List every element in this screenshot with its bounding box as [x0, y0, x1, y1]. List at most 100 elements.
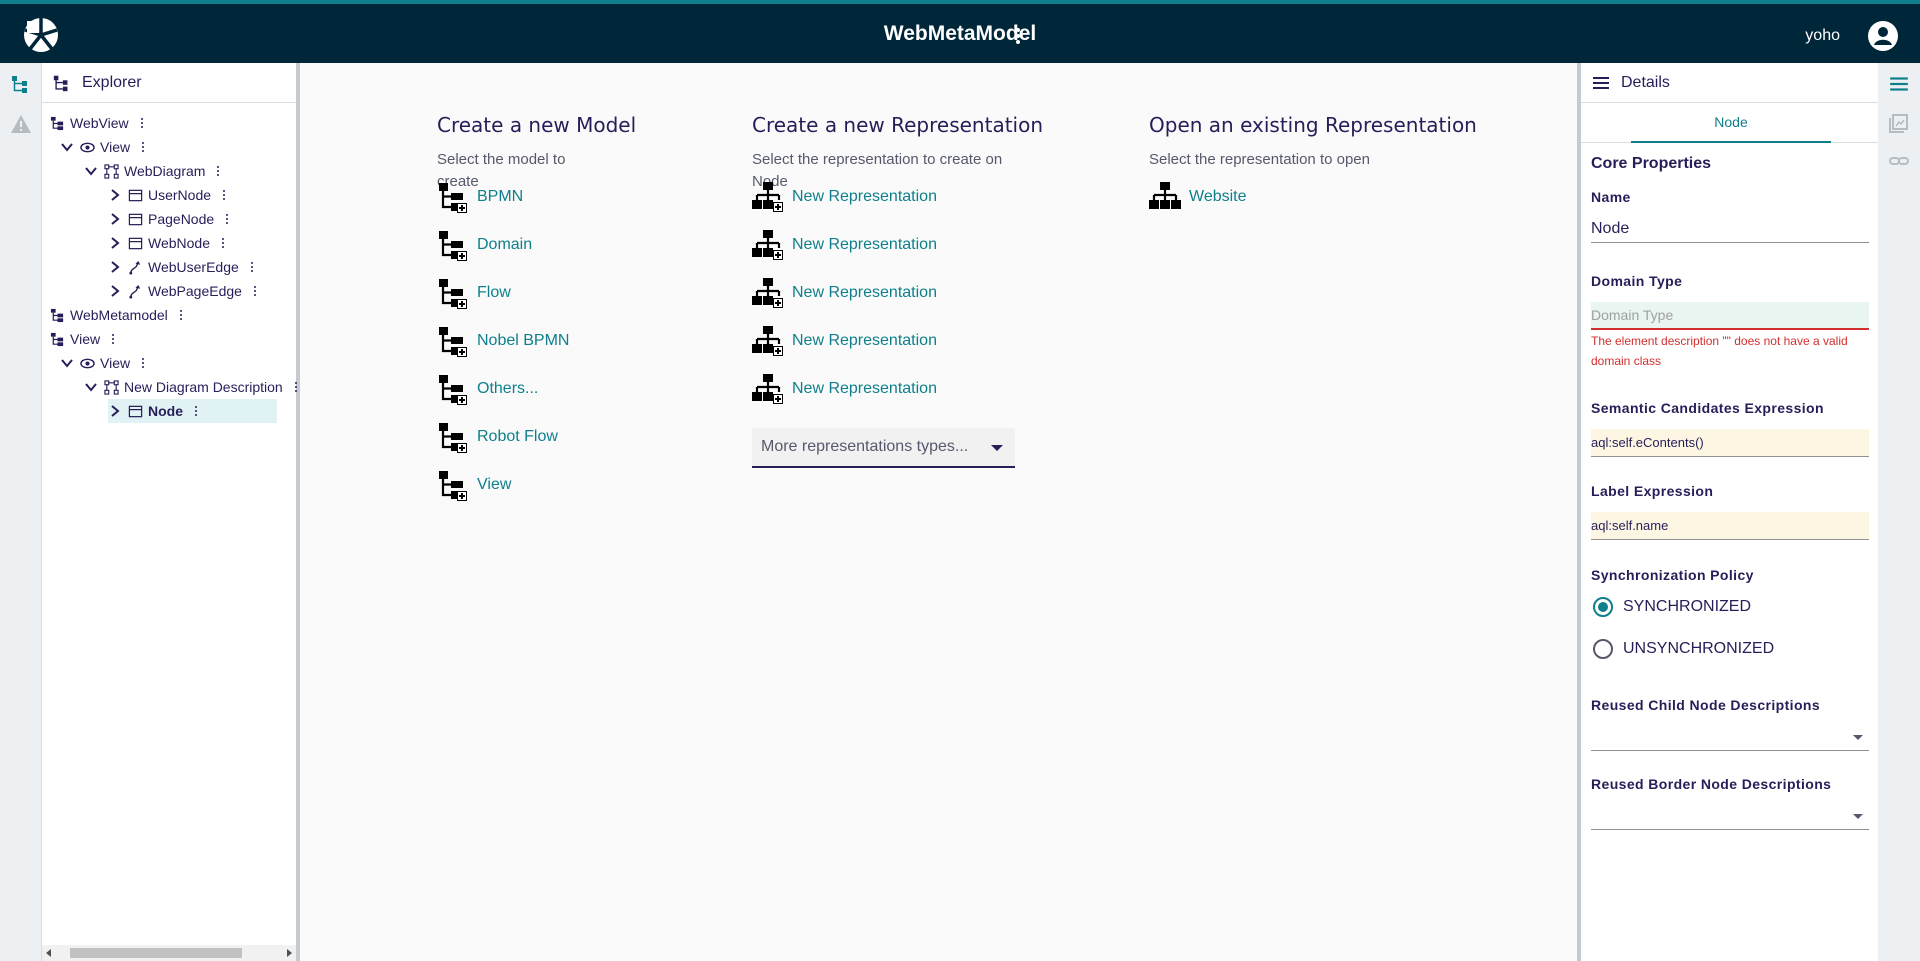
name-label: Name	[1591, 189, 1631, 205]
create-model-link-label[interactable]: View	[477, 476, 511, 494]
create-model-link-label[interactable]: Domain	[477, 236, 532, 254]
semantic-candidates-field[interactable]: aql:self.eContents()	[1591, 429, 1869, 457]
create-model-link-label[interactable]: Nobel BPMN	[477, 332, 569, 350]
create-representation-link-label[interactable]: New Representation	[792, 380, 937, 398]
more-icon[interactable]	[250, 262, 255, 272]
chevron-right-icon[interactable]	[108, 188, 122, 202]
radio-synchronized[interactable]: SYNCHRONIZED	[1593, 597, 1751, 617]
tree-item[interactable]: WebPageEdge	[108, 279, 258, 303]
open-representation-title: Open an existing Representation	[1149, 113, 1477, 137]
tree-item-label: View	[100, 355, 131, 371]
chevron-down-icon[interactable]	[84, 380, 98, 394]
chevron-down-icon[interactable]	[60, 356, 74, 370]
chevron-down-icon[interactable]	[84, 164, 98, 178]
new-model-icon	[437, 325, 469, 357]
chevron-right-icon[interactable]	[108, 236, 122, 250]
tree-item-label: WebMetamodel	[70, 307, 168, 323]
project-more-icon[interactable]	[1010, 25, 1026, 47]
tree-item[interactable]: View	[60, 135, 146, 159]
tree-item[interactable]: WebUserEdge	[108, 255, 255, 279]
tree-item[interactable]: View	[50, 327, 116, 351]
create-model-link-label[interactable]: BPMN	[477, 188, 523, 206]
tree-item[interactable]: WebView	[50, 111, 145, 135]
more-icon[interactable]	[223, 190, 227, 200]
tab-node[interactable]: Node	[1631, 103, 1831, 143]
scroll-right-arrow-icon[interactable]	[287, 949, 292, 957]
tree-item-label: View	[70, 331, 101, 347]
dropdown-caret-icon	[1853, 735, 1863, 740]
reused-border-select[interactable]	[1591, 800, 1869, 830]
create-representation-link[interactable]: New Representation	[752, 181, 937, 213]
tree-item[interactable]: PageNode	[108, 207, 230, 231]
create-model-link[interactable]: Nobel BPMN	[437, 325, 569, 357]
tree-item[interactable]: Node	[108, 399, 277, 423]
radio-unsynchronized[interactable]: UNSYNCHRONIZED	[1593, 639, 1774, 659]
create-model-title: Create a new Model	[437, 113, 637, 137]
tree-item[interactable]: UserNode	[108, 183, 227, 207]
create-representation-link-label[interactable]: New Representation	[792, 188, 937, 206]
scrollbar-thumb[interactable]	[70, 948, 242, 958]
tree-item[interactable]: WebDiagram	[84, 159, 221, 183]
create-model-link-label[interactable]: Robot Flow	[477, 428, 558, 446]
sirius-logo-icon[interactable]	[22, 16, 60, 54]
more-icon[interactable]	[217, 166, 221, 176]
create-representation-link[interactable]: New Representation	[752, 229, 937, 261]
create-model-link[interactable]: BPMN	[437, 181, 523, 213]
more-icon[interactable]	[142, 142, 146, 152]
eye-icon	[80, 140, 95, 155]
more-icon[interactable]	[195, 406, 199, 416]
scroll-left-arrow-icon[interactable]	[46, 949, 51, 957]
details-title: Details	[1621, 73, 1670, 91]
create-model-link-label[interactable]: Flow	[477, 284, 511, 302]
create-representation-link[interactable]: New Representation	[752, 277, 937, 309]
explorer-horizontal-scrollbar[interactable]	[42, 945, 296, 961]
name-field[interactable]: Node	[1591, 215, 1869, 243]
reused-child-select[interactable]	[1591, 721, 1869, 751]
tree-item[interactable]: WebMetamodel	[50, 303, 184, 327]
open-representation-link-label[interactable]: Website	[1189, 188, 1247, 206]
more-icon[interactable]	[179, 310, 184, 320]
tree-item[interactable]: New Diagram Description	[84, 375, 299, 399]
domain-type-error: The element description "" does not have…	[1591, 334, 1848, 368]
chevron-down-icon[interactable]	[60, 140, 74, 154]
chevron-right-icon[interactable]	[108, 212, 122, 226]
create-model-link[interactable]: Others...	[437, 373, 538, 405]
representations-icon[interactable]	[1888, 112, 1910, 134]
label-expression-field[interactable]: aql:self.name	[1591, 512, 1869, 540]
create-representation-link-label[interactable]: New Representation	[792, 236, 937, 254]
open-representation-link[interactable]: Website	[1149, 181, 1247, 213]
link-icon[interactable]	[1888, 150, 1910, 172]
details-menu-icon[interactable]	[1888, 73, 1910, 95]
more-icon[interactable]	[140, 118, 145, 128]
more-icon[interactable]	[112, 334, 116, 344]
validation-warning-icon[interactable]	[10, 113, 32, 135]
create-model-link[interactable]: Robot Flow	[437, 421, 558, 453]
chevron-right-icon[interactable]	[108, 404, 122, 418]
create-model-link[interactable]: Domain	[437, 229, 532, 261]
create-model-link[interactable]: View	[437, 469, 511, 501]
new-model-icon	[437, 469, 469, 501]
create-representation-link[interactable]: New Representation	[752, 373, 937, 405]
left-rail	[0, 63, 42, 961]
more-icon[interactable]	[294, 382, 299, 392]
more-representations-select[interactable]: More representations types...	[752, 428, 1015, 468]
more-icon[interactable]	[142, 358, 146, 368]
create-representation-link-label[interactable]: New Representation	[792, 284, 937, 302]
create-model-link-label[interactable]: Others...	[477, 380, 538, 398]
more-icon[interactable]	[253, 286, 258, 296]
chevron-right-icon[interactable]	[108, 260, 122, 274]
create-representation-link-label[interactable]: New Representation	[792, 332, 937, 350]
account-icon[interactable]	[1868, 21, 1898, 51]
menu-lines-icon	[1593, 76, 1609, 89]
create-model-link[interactable]: Flow	[437, 277, 511, 309]
tree-item[interactable]: View	[60, 351, 146, 375]
tree-item-label: View	[100, 139, 131, 155]
create-representation-link[interactable]: New Representation	[752, 325, 937, 357]
more-icon[interactable]	[222, 238, 226, 248]
chevron-right-icon[interactable]	[108, 284, 122, 298]
diagram-icon	[104, 379, 119, 395]
more-icon[interactable]	[226, 214, 230, 224]
tree-item[interactable]: WebNode	[108, 231, 226, 255]
domain-type-field[interactable]: Domain Type	[1591, 302, 1869, 330]
explorer-icon[interactable]	[10, 73, 32, 95]
